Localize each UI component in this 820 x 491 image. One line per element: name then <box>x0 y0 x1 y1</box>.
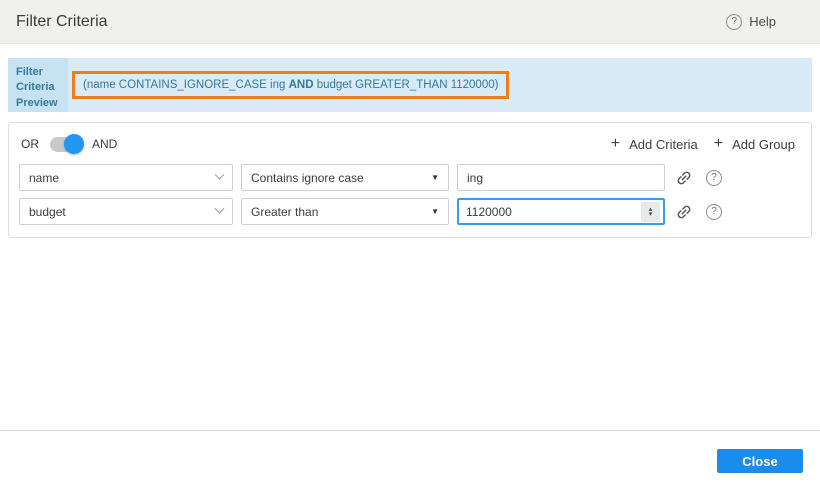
preview-body: (name CONTAINS_IGNORE_CASE ing AND budge… <box>68 58 812 112</box>
field-select-value: name <box>29 171 59 185</box>
row-help-icon[interactable]: ? <box>706 204 722 220</box>
help-icon: ? <box>726 14 742 30</box>
filter-row-1: name Contains ignore case ▼ ? <box>19 164 801 191</box>
criteria-builder-group: OR AND + Add Criteria + Add Group name C… <box>8 122 812 238</box>
plus-icon: + <box>611 136 620 152</box>
dropdown-triangle-icon: ▼ <box>431 173 439 182</box>
plus-icon: + <box>714 136 723 152</box>
link-icon[interactable] <box>675 169 693 187</box>
number-spinner[interactable]: ▴ ▾ <box>641 202 660 222</box>
chevron-down-icon <box>215 204 225 214</box>
field-select-budget[interactable]: budget <box>19 198 233 225</box>
add-criteria-label: Add Criteria <box>629 137 698 152</box>
preview-expression-prefix: (name CONTAINS_IGNORE_CASE ing <box>83 79 289 91</box>
page-title: Filter Criteria <box>16 13 108 31</box>
spinner-down-icon: ▾ <box>649 212 653 217</box>
footer-divider <box>0 430 820 431</box>
link-icon[interactable] <box>675 203 693 221</box>
builder-toolbar: OR AND + Add Criteria + Add Group <box>19 133 801 155</box>
add-group-button[interactable]: + Add Group <box>714 136 795 152</box>
or-label: OR <box>21 137 39 151</box>
operator-select-value: Contains ignore case <box>251 171 364 185</box>
preview-label: Filter Criteria Preview <box>8 58 68 112</box>
or-and-toggle[interactable] <box>50 137 78 152</box>
operator-select-value: Greater than <box>251 205 318 219</box>
toggle-knob <box>64 134 84 154</box>
operator-select-row1[interactable]: Contains ignore case ▼ <box>241 164 449 191</box>
preview-expression-highlight-box: (name CONTAINS_IGNORE_CASE ing AND budge… <box>72 71 509 99</box>
value-input-row1[interactable] <box>457 164 665 191</box>
help-button[interactable]: ? Help <box>726 14 776 30</box>
row1-icons: ? <box>675 169 722 187</box>
dialog-header: Filter Criteria ? Help <box>0 0 820 44</box>
add-buttons: + Add Criteria + Add Group <box>611 136 795 152</box>
help-label: Help <box>749 14 776 29</box>
or-and-toggle-group: OR AND <box>21 137 117 152</box>
chevron-down-icon <box>215 170 225 180</box>
dropdown-triangle-icon: ▼ <box>431 207 439 216</box>
number-input-wrapper-focused: ▴ ▾ <box>457 198 665 225</box>
preview-expression-operator: AND <box>289 79 314 91</box>
close-button[interactable]: Close <box>717 449 803 473</box>
field-select-value: budget <box>29 205 66 219</box>
field-select-name[interactable]: name <box>19 164 233 191</box>
filter-criteria-preview-banner: Filter Criteria Preview (name CONTAINS_I… <box>8 58 812 112</box>
operator-select-row2[interactable]: Greater than ▼ <box>241 198 449 225</box>
filter-row-2: budget Greater than ▼ ▴ ▾ ? <box>19 198 801 225</box>
and-label: AND <box>92 137 117 151</box>
row-help-icon[interactable]: ? <box>706 170 722 186</box>
preview-expression-suffix: budget GREATER_THAN 1120000) <box>314 79 499 91</box>
row2-icons: ? <box>675 203 722 221</box>
add-group-label: Add Group <box>732 137 795 152</box>
add-criteria-button[interactable]: + Add Criteria <box>611 136 698 152</box>
value-input-row2[interactable] <box>459 200 641 223</box>
